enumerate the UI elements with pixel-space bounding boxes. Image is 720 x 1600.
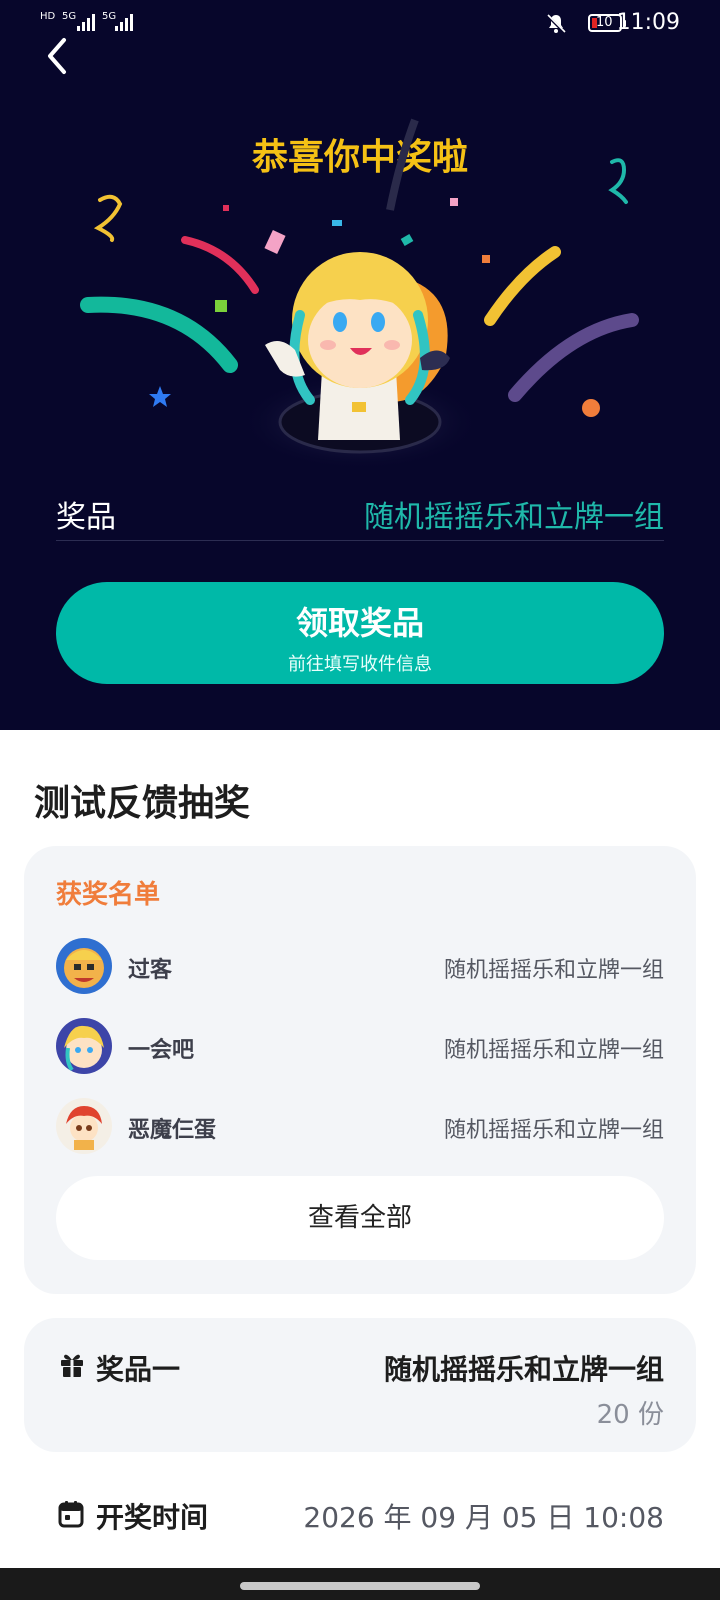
avatar [56,1098,112,1154]
claim-prize-button[interactable]: 领取奖品 前往填写收件信息 [56,582,664,684]
prize-hero: HD 5G 5G 10 11:09 恭喜你中奖啦 奖品 随机摇摇乐和立牌一组 领… [0,0,720,730]
winner-name: 恶魔仨蛋 [128,1118,217,1143]
clock: 11:09 [616,10,680,35]
winners-title: 获奖名单 [56,880,161,910]
winner-prize: 随机摇摇乐和立牌一组 [443,958,664,983]
winner-name: 过客 [128,958,173,983]
prize-row: 奖品 随机摇摇乐和立牌一组 [56,484,664,541]
prize-value: 随机摇摇乐和立牌一组 [364,500,664,535]
back-arrow-icon[interactable] [40,36,76,76]
draw-time-value: 2026 年 09 月 05 日 10:08 [303,1501,664,1534]
navigation-bar [0,1568,720,1600]
claim-button-label: 领取奖品 [295,604,424,642]
winner-row[interactable]: 过客 随机摇摇乐和立牌一组 [56,938,664,994]
winners-card: 获奖名单 过客 随机摇摇乐和立牌一组 一会吧 随机摇摇乐和立牌一组 恶魔仨蛋 随… [24,846,696,1294]
section-title: 测试反馈抽奖 [34,783,251,824]
gift-icon [61,1354,83,1377]
winner-prize: 随机摇摇乐和立牌一组 [443,1118,664,1143]
mute-bell-icon [545,13,567,35]
home-handle[interactable] [240,1582,480,1590]
prize-tier-label: 奖品一 [96,1353,181,1386]
status-bar: HD 5G 5G 10 11:09 [0,0,720,48]
calendar-icon [58,1501,84,1528]
winner-name: 一会吧 [128,1038,195,1063]
view-all-button[interactable]: 查看全部 [56,1176,664,1260]
signal-icon [77,14,95,31]
signal-label-1: 5G [62,11,77,22]
prize-tier-value: 随机摇摇乐和立牌一组 [383,1353,664,1386]
hd-icon: HD [40,11,56,22]
winner-row[interactable]: 一会吧 随机摇摇乐和立牌一组 [56,1018,664,1074]
signal-icon-2 [115,14,133,31]
prize-label: 奖品 [56,500,116,535]
avatar [56,938,112,994]
avatar [56,1018,112,1074]
winner-prize: 随机摇摇乐和立牌一组 [443,1038,664,1063]
prize-info-card: 奖品一 随机摇摇乐和立牌一组 20 份 [24,1318,696,1452]
winner-row[interactable]: 恶魔仨蛋 随机摇摇乐和立牌一组 [56,1098,664,1154]
battery-level: 10 [596,15,613,30]
celebration-illustration [80,118,639,470]
claim-button-sublabel: 前往填写收件信息 [288,654,432,675]
prize-count: 20 份 [596,1400,664,1430]
draw-time-label: 开奖时间 [96,1501,209,1534]
